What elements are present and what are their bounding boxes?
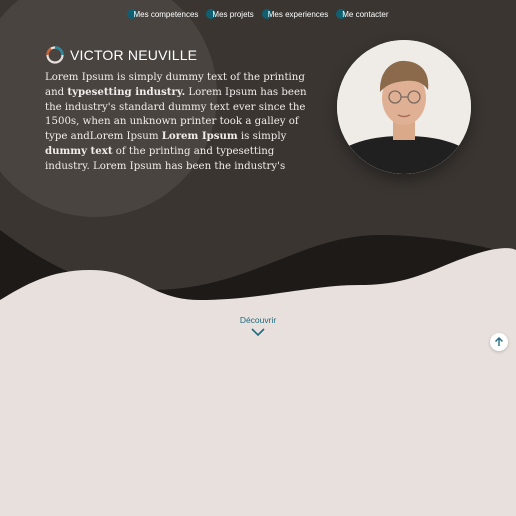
nav-item-projets[interactable]: Mes projets [206,9,254,19]
brand[interactable]: VICTOR NEUVILLE [45,45,197,65]
top-navigation: Mes competences Mes projets Mes experien… [0,9,516,19]
site-title: VICTOR NEUVILLE [70,47,198,63]
nav-item-label: Me contacter [342,9,389,19]
arrow-up-icon [495,337,503,346]
nav-item-label: Mes experiences [267,9,329,19]
nav-item-competences[interactable]: Mes competences [127,9,198,19]
profile-photo [337,40,471,174]
nav-item-experiences[interactable]: Mes experiences [261,9,329,19]
intro-text: Lorem Ipsum is simply dummy text of the … [45,72,307,172]
discover-link[interactable]: Découvrir [0,315,516,336]
avatar [337,40,471,174]
chevron-down-icon [251,328,265,336]
nav-item-label: Mes projets [212,9,254,19]
nav-item-label: Mes competences [133,9,199,19]
back-to-top-button[interactable] [490,333,508,351]
discover-label: Découvrir [239,315,277,325]
ring-logo-icon [46,46,64,64]
nav-item-contact[interactable]: Me contacter [336,9,389,19]
